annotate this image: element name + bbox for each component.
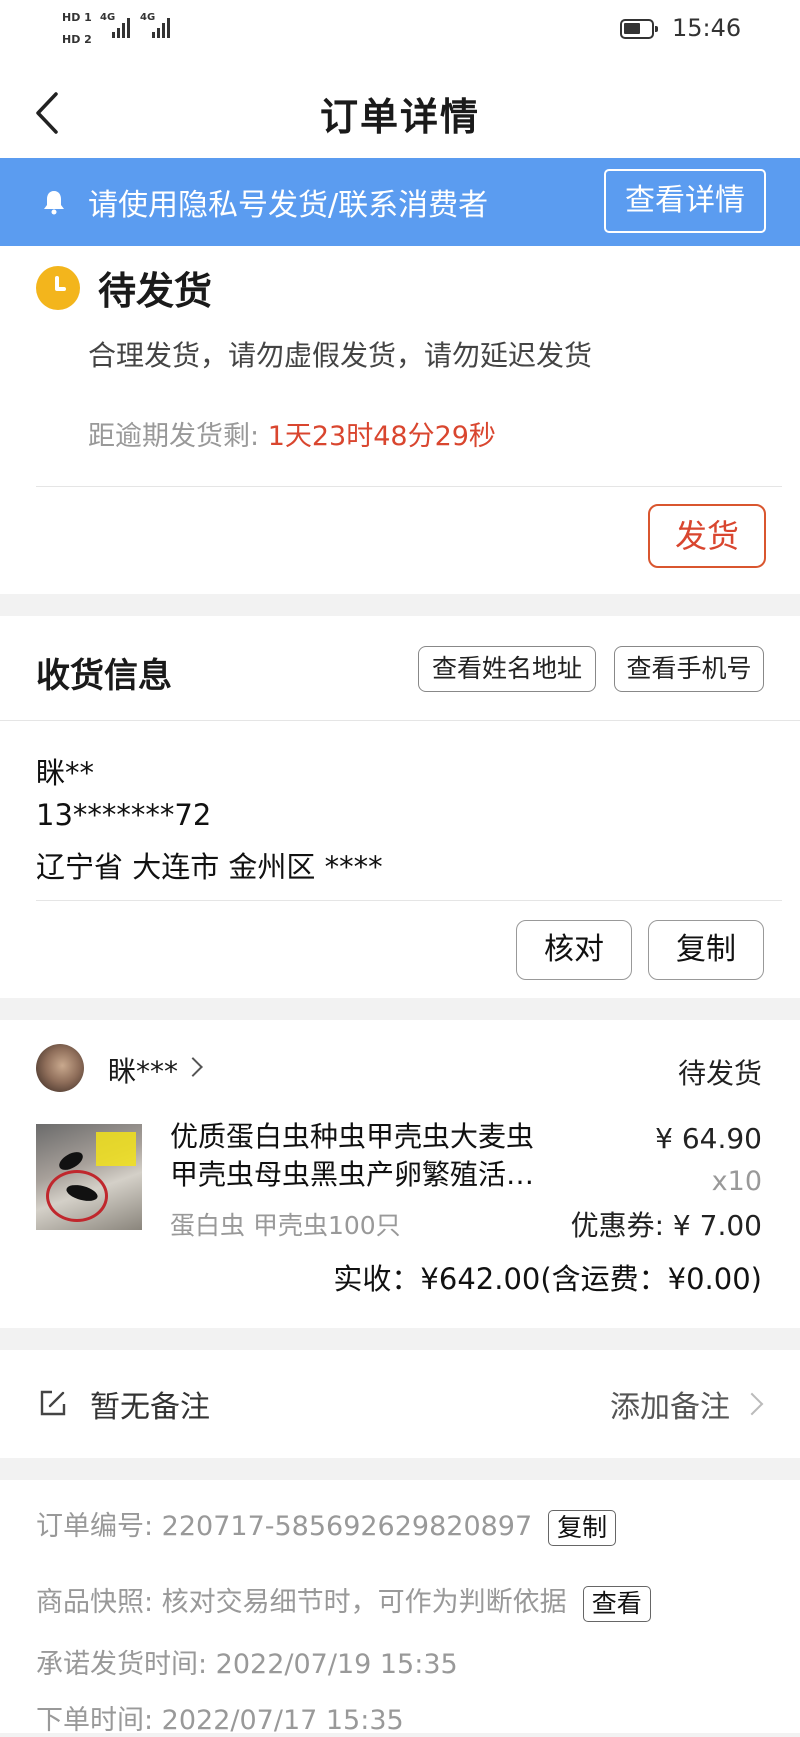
- product-coupon: 优惠券: ¥ 7.00: [570, 1209, 762, 1242]
- view-name-address-button[interactable]: 查看姓名地址: [418, 646, 596, 692]
- recipient-name: 眯**: [36, 756, 95, 790]
- chevron-right-icon[interactable]: [740, 1392, 764, 1416]
- shipping-countdown: 距逾期发货剩: 1天23时48分29秒: [88, 414, 496, 453]
- battery-icon: [620, 19, 658, 39]
- countdown-label: 距逾期发货剩:: [88, 421, 268, 452]
- buyer-name[interactable]: 眯***: [108, 1050, 178, 1090]
- product-name-line2: 甲壳虫母虫黑虫产卵繁殖活…: [170, 1158, 535, 1191]
- product-price: ¥ 64.90: [655, 1122, 762, 1155]
- bell-icon: [44, 191, 64, 215]
- order-status-card: 待发货 合理发货，请勿虚假发货，请勿延迟发货 距逾期发货剩: 1天23时48分2…: [0, 246, 800, 594]
- product-name-line1: 优质蛋白虫种虫甲壳虫大麦虫: [170, 1120, 535, 1153]
- add-remark-button[interactable]: 添加备注: [610, 1382, 730, 1426]
- product-thumbnail[interactable]: [36, 1124, 142, 1230]
- remark-text: 暂无备注: [90, 1390, 210, 1425]
- edit-icon: [40, 1390, 66, 1416]
- signal2-icon: [152, 16, 170, 38]
- divider: [36, 486, 782, 487]
- status-bar: HD 1 HD 2 4G 4G 15:46: [0, 0, 800, 58]
- order-total: 实收：¥642.00(含运费：¥0.00): [333, 1262, 762, 1296]
- recipient-address: 辽宁省 大连市 金州区 ****: [36, 850, 383, 884]
- ship-button[interactable]: 发货: [648, 504, 766, 568]
- product-snapshot: 商品快照: 核对交易细节时，可作为判断依据: [36, 1587, 567, 1618]
- chevron-right-icon[interactable]: [183, 1057, 203, 1077]
- product-quantity: x10: [711, 1166, 762, 1197]
- view-details-button[interactable]: 查看详情: [604, 169, 766, 233]
- countdown-value: 1天23时48分29秒: [267, 421, 496, 452]
- privacy-notice-banner: 请使用隐私号发货/联系消费者 查看详情: [0, 158, 800, 246]
- buyer-avatar[interactable]: [36, 1044, 84, 1092]
- order-number-row: 订单编号: 220717-585692629820897 复制: [36, 1504, 617, 1546]
- view-phone-button[interactable]: 查看手机号: [614, 646, 764, 692]
- product-order-status: 待发货: [677, 1057, 762, 1090]
- order-status-title: 待发货: [98, 269, 213, 313]
- view-snapshot-button[interactable]: 查看: [582, 1585, 651, 1622]
- product-name[interactable]: 优质蛋白虫种虫甲壳虫大麦虫 甲壳虫母虫黑虫产卵繁殖活…: [170, 1118, 560, 1194]
- shipping-info-card: 收货信息 查看姓名地址 查看手机号 眯** 13*******72 辽宁省 大连…: [0, 616, 800, 998]
- copy-order-number-button[interactable]: 复制: [548, 1509, 617, 1546]
- product-card: 眯*** 待发货 优质蛋白虫种虫甲壳虫大麦虫 甲壳虫母虫黑虫产卵繁殖活… 蛋白虫…: [0, 1020, 800, 1328]
- sim2-label: HD 2: [62, 33, 92, 46]
- promise-ship-time: 承诺发货时间: 2022/07/19 15:35: [36, 1649, 458, 1680]
- shipping-info-title: 收货信息: [36, 656, 172, 696]
- order-number: 订单编号: 220717-585692629820897: [36, 1511, 533, 1542]
- notice-text: 请使用隐私号发货/联系消费者: [88, 188, 489, 223]
- snapshot-row: 商品快照: 核对交易细节时，可作为判断依据 查看: [36, 1580, 651, 1622]
- signal1-icon: [112, 16, 130, 38]
- order-time: 下单时间: 2022/07/17 15:35: [36, 1705, 404, 1736]
- copy-address-button[interactable]: 复制: [648, 920, 764, 980]
- remark-row[interactable]: 暂无备注 添加备注: [0, 1350, 800, 1458]
- header-bar: 订单详情: [0, 58, 800, 158]
- clock-icon: [36, 266, 80, 310]
- order-status-description: 合理发货，请勿虚假发货，请勿延迟发货: [88, 339, 593, 372]
- order-info-card: 订单编号: 220717-585692629820897 复制 商品快照: 核对交…: [0, 1480, 800, 1736]
- divider: [0, 720, 800, 721]
- product-sku: 蛋白虫 甲壳虫100只: [170, 1211, 401, 1240]
- check-address-button[interactable]: 核对: [516, 920, 632, 980]
- sim1-label: HD 1: [62, 11, 92, 24]
- page-title: 订单详情: [319, 95, 480, 139]
- divider: [36, 900, 782, 901]
- status-time: 15:46: [672, 14, 742, 42]
- recipient-phone: 13*******72: [36, 798, 212, 832]
